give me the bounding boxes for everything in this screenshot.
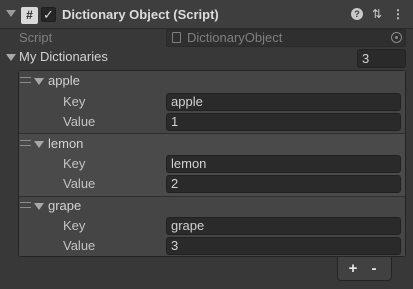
element-label: apple	[48, 73, 80, 88]
script-label: Script	[19, 30, 53, 45]
value-label: Value	[63, 114, 96, 129]
context-menu-icon[interactable]: ⋮	[391, 6, 405, 22]
script-asset-icon	[172, 32, 181, 43]
value-field[interactable]: 1	[166, 113, 401, 131]
element-label: lemon	[48, 136, 84, 151]
drag-handle-icon[interactable]	[20, 202, 31, 208]
value-label: Value	[63, 238, 96, 253]
value-field[interactable]: 2	[166, 175, 401, 193]
add-element-button[interactable]: +	[344, 260, 362, 278]
element-foldout-arrow-icon[interactable]	[34, 141, 44, 148]
script-icon: #	[21, 7, 38, 24]
enabled-checkbox[interactable]: ✓	[41, 7, 56, 22]
value-field[interactable]: 3	[166, 237, 401, 255]
element-foldout-arrow-icon[interactable]	[34, 203, 44, 210]
element-foldout-arrow-icon[interactable]	[34, 78, 44, 85]
list-foldout-arrow-icon[interactable]	[6, 54, 16, 61]
object-picker-dot	[395, 36, 398, 39]
list-size-field[interactable]: 3	[357, 49, 406, 68]
key-label: Key	[63, 156, 86, 171]
value-label: Value	[63, 176, 96, 191]
key-field[interactable]: apple	[166, 93, 401, 111]
drag-handle-icon[interactable]	[20, 77, 31, 83]
drag-handle-icon[interactable]	[20, 140, 31, 146]
key-field[interactable]: lemon	[166, 155, 401, 173]
component-title: Dictionary Object (Script)	[62, 7, 219, 22]
script-field[interactable]: DictionaryObject	[166, 29, 406, 47]
list-label: My Dictionaries	[19, 49, 108, 64]
key-field[interactable]: grape	[166, 217, 401, 235]
key-label: Key	[63, 218, 86, 233]
help-icon[interactable]: ?	[351, 8, 363, 20]
presets-icon[interactable]: ⇅	[370, 6, 384, 22]
remove-element-button[interactable]: -	[365, 260, 383, 278]
foldout-arrow-icon[interactable]	[6, 10, 16, 17]
element-label: grape	[48, 198, 82, 213]
key-label: Key	[63, 94, 86, 109]
